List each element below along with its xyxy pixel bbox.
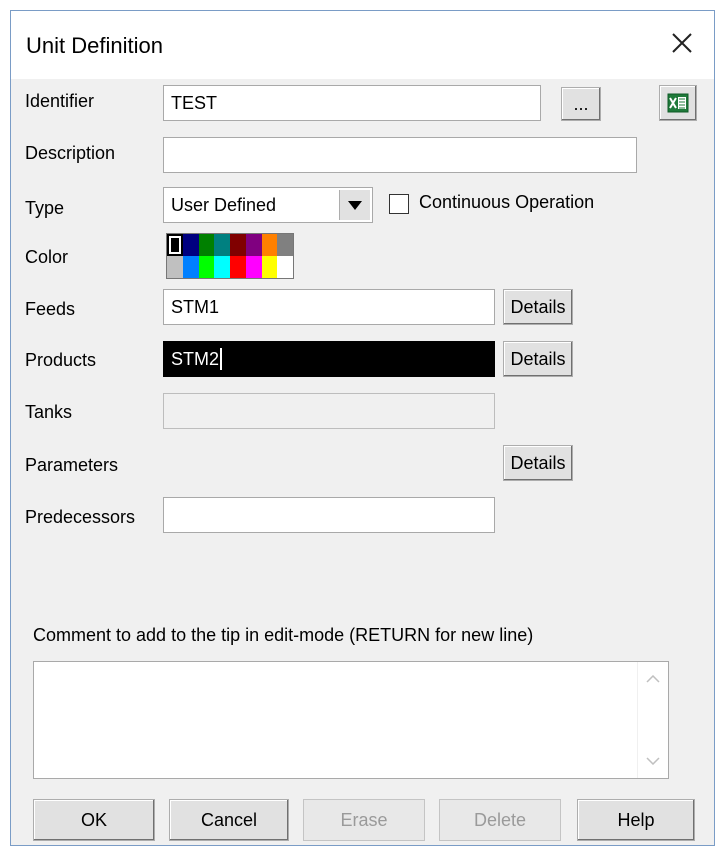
tanks-field [163,393,495,429]
color-palette[interactable] [166,233,294,279]
color-swatch[interactable] [277,256,293,278]
chevron-down-icon [348,200,362,210]
color-swatch[interactable] [214,234,230,256]
feeds-details-button[interactable]: Details [503,289,573,325]
color-swatch[interactable] [277,234,293,256]
products-label: Products [25,350,97,370]
help-button[interactable]: Help [577,799,695,841]
color-swatch[interactable] [167,256,183,278]
color-swatch[interactable] [182,234,199,256]
color-swatch[interactable] [230,234,246,256]
delete-button[interactable]: Delete [439,799,561,841]
comment-scrollbar[interactable] [637,662,668,778]
description-label: Description [25,143,116,163]
comment-label: Comment to add to the tip in edit-mode (… [33,625,534,645]
color-swatch[interactable] [167,234,183,256]
description-field[interactable] [163,137,637,173]
color-swatch[interactable] [214,256,230,278]
continuous-operation-checkbox[interactable] [389,194,409,214]
excel-button[interactable] [659,85,697,121]
type-select[interactable]: User Defined [163,187,373,223]
color-swatch[interactable] [261,256,278,278]
color-swatch[interactable] [245,256,262,278]
ok-button[interactable]: OK [33,799,155,841]
scroll-up-button[interactable] [638,666,668,692]
title-bar: Unit Definition [11,11,714,79]
scroll-down-button[interactable] [638,748,668,774]
dialog-title: Unit Definition [26,33,163,58]
chevron-up-icon [646,675,660,683]
comment-textarea[interactable] [33,661,669,779]
unit-definition-dialog: Unit Definition Identifier TEST ... Desc… [10,10,715,846]
close-icon [672,33,692,53]
identifier-field[interactable]: TEST [163,85,541,121]
products-field[interactable]: STM2 [163,341,495,377]
predecessors-field[interactable] [163,497,495,533]
type-dropdown-button[interactable] [339,190,370,220]
parameters-details-button[interactable]: Details [503,445,573,481]
feeds-label: Feeds [25,299,76,319]
color-swatch[interactable] [198,234,215,256]
continuous-operation-label: Continuous Operation [419,192,595,212]
close-button[interactable] [664,25,700,61]
feeds-field[interactable]: STM1 [163,289,495,325]
products-details-button[interactable]: Details [503,341,573,377]
cancel-button[interactable]: Cancel [169,799,289,841]
predecessors-label: Predecessors [25,507,136,527]
text-cursor [220,348,223,370]
parameters-label: Parameters [25,455,119,475]
chevron-down-icon [646,757,660,765]
type-label: Type [25,198,65,218]
browse-button[interactable]: ... [561,87,601,121]
type-select-value: User Defined [171,194,277,215]
tanks-label: Tanks [25,402,73,422]
identifier-label: Identifier [25,91,95,111]
color-swatch[interactable] [245,234,262,256]
color-label: Color [25,247,69,267]
color-swatch[interactable] [198,256,215,278]
erase-button[interactable]: Erase [303,799,425,841]
color-swatch[interactable] [261,234,278,256]
color-swatch[interactable] [230,256,246,278]
products-field-value: STM2 [171,348,220,369]
excel-icon [667,93,689,113]
color-swatch[interactable] [182,256,199,278]
